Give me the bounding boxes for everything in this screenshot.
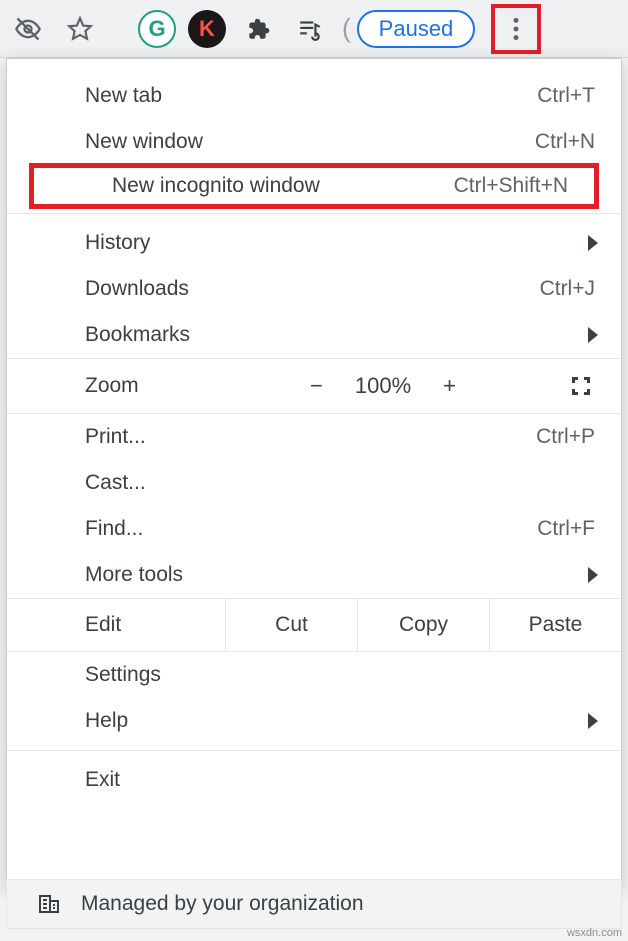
menu-shortcut: Ctrl+F xyxy=(537,517,595,541)
managed-by-org-footer[interactable]: Managed by your organization xyxy=(6,879,622,929)
watermark-text: wsxdn.com xyxy=(567,927,622,939)
paused-pill: Paused xyxy=(357,10,476,48)
extension-grammarly-icon[interactable]: G xyxy=(138,10,176,48)
zoom-value: 100% xyxy=(355,373,411,399)
ext-k-label: K xyxy=(199,16,215,42)
menu-history[interactable]: History xyxy=(7,220,621,266)
menu-shortcut: Ctrl+P xyxy=(536,425,595,449)
menu-label: Print... xyxy=(85,425,536,449)
menu-shortcut: Ctrl+N xyxy=(535,130,595,154)
menu-label: Find... xyxy=(85,517,537,541)
bookmark-star-icon[interactable] xyxy=(60,9,100,49)
menu-label: New incognito window xyxy=(112,174,454,198)
menu-settings[interactable]: Settings xyxy=(7,652,621,698)
menu-label: History xyxy=(85,231,595,255)
tracking-protection-icon[interactable] xyxy=(8,9,48,49)
extensions-puzzle-icon[interactable] xyxy=(238,9,278,49)
menu-new-incognito-window[interactable]: New incognito window Ctrl+Shift+N xyxy=(29,163,599,209)
menu-label: Bookmarks xyxy=(85,323,595,347)
menu-exit[interactable]: Exit xyxy=(7,757,621,803)
menu-new-window[interactable]: New window Ctrl+N xyxy=(7,119,621,165)
menu-find[interactable]: Find... Ctrl+F xyxy=(7,506,621,552)
menu-label: Cast... xyxy=(85,471,595,495)
menu-label: New tab xyxy=(85,84,537,108)
zoom-in-button[interactable]: + xyxy=(443,373,456,399)
ext-g-label: G xyxy=(148,16,165,42)
menu-label: New window xyxy=(85,130,535,154)
building-icon xyxy=(37,892,61,916)
edit-label: Edit xyxy=(85,613,225,637)
menu-help[interactable]: Help xyxy=(7,698,621,744)
chevron-right-icon xyxy=(587,327,599,343)
menu-separator xyxy=(7,750,621,751)
zoom-out-button[interactable]: − xyxy=(310,373,323,399)
browser-toolbar: G K ( Paused xyxy=(0,0,628,58)
menu-label: Settings xyxy=(85,663,595,687)
chevron-right-icon xyxy=(587,713,599,729)
menu-shortcut: Ctrl+Shift+N xyxy=(454,174,568,198)
menu-edit-row: Edit Cut Copy Paste xyxy=(7,598,621,652)
profile-chip[interactable]: ( Paused xyxy=(342,10,475,48)
chrome-main-menu: New tab Ctrl+T New window Ctrl+N New inc… xyxy=(6,58,622,889)
menu-downloads[interactable]: Downloads Ctrl+J xyxy=(7,266,621,312)
menu-zoom-row: Zoom − 100% + xyxy=(7,358,621,414)
menu-label: Exit xyxy=(85,768,595,792)
fullscreen-button[interactable] xyxy=(541,374,621,398)
zoom-label: Zoom xyxy=(85,374,225,398)
chevron-right-icon xyxy=(587,567,599,583)
edit-copy-button[interactable]: Copy xyxy=(357,599,489,651)
menu-print[interactable]: Print... Ctrl+P xyxy=(7,414,621,460)
chrome-menu-button[interactable] xyxy=(491,4,541,54)
menu-label: Downloads xyxy=(85,277,540,301)
managed-label: Managed by your organization xyxy=(81,892,364,916)
menu-bookmarks[interactable]: Bookmarks xyxy=(7,312,621,358)
edit-paste-button[interactable]: Paste xyxy=(489,599,621,651)
menu-more-tools[interactable]: More tools xyxy=(7,552,621,598)
menu-label: Help xyxy=(85,709,595,733)
chevron-right-icon xyxy=(587,235,599,251)
menu-shortcut: Ctrl+J xyxy=(540,277,595,301)
extension-k-icon[interactable]: K xyxy=(188,10,226,48)
menu-shortcut: Ctrl+T xyxy=(537,84,595,108)
menu-cast[interactable]: Cast... xyxy=(7,460,621,506)
menu-new-tab[interactable]: New tab Ctrl+T xyxy=(7,73,621,119)
menu-label: More tools xyxy=(85,563,595,587)
media-control-icon[interactable] xyxy=(290,9,330,49)
menu-separator xyxy=(7,213,621,214)
edit-cut-button[interactable]: Cut xyxy=(225,599,357,651)
profile-paren: ( xyxy=(342,13,351,44)
